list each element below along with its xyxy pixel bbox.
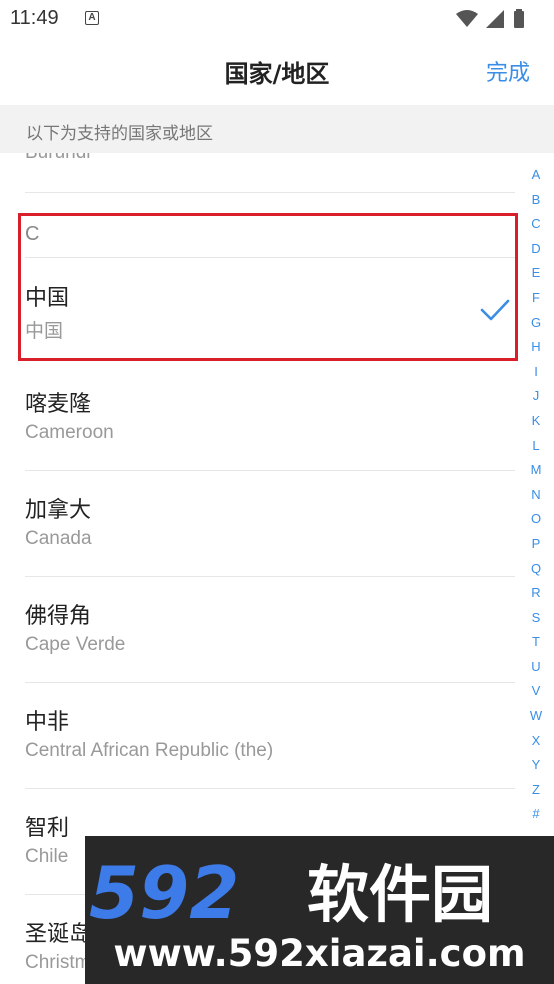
watermark-number: 592 — [89, 858, 239, 928]
alphabet-index-letter[interactable]: F — [524, 286, 548, 311]
country-name-zh: 中国 — [25, 286, 70, 311]
country-name-zh: 圣诞岛 — [25, 922, 92, 947]
status-icons — [454, 8, 542, 30]
divider — [25, 192, 515, 193]
alphabet-index-letter[interactable]: S — [524, 606, 548, 631]
alphabet-index-letter[interactable]: C — [524, 212, 548, 237]
list-caption: 以下为支持的国家或地区 — [0, 105, 554, 153]
battery-icon — [514, 11, 524, 28]
alphabet-index-letter[interactable]: M — [524, 458, 548, 483]
status-bar: 11:49 A — [0, 0, 554, 38]
alphabet-index-letter[interactable]: V — [524, 679, 548, 704]
alphabet-index-letter[interactable]: G — [524, 311, 548, 336]
done-button[interactable]: 完成 — [486, 55, 530, 87]
country-name-en: Central African Republic (the) — [25, 740, 274, 761]
list-item-partial[interactable]: Burundi — [0, 153, 554, 192]
alphabet-index-letter[interactable]: H — [524, 335, 548, 360]
page-title: 国家/地区 — [224, 60, 330, 88]
watermark-logo: 592 软件园 — [89, 858, 493, 928]
alphabet-index-letter[interactable]: O — [524, 507, 548, 532]
list-item[interactable]: 佛得角 Cape Verde — [0, 576, 520, 682]
country-name-zh: 佛得角 — [25, 604, 92, 629]
alphabet-index-letter[interactable]: P — [524, 532, 548, 557]
status-time: 11:49 — [10, 7, 59, 29]
alphabet-index-letter[interactable]: # — [524, 802, 548, 827]
country-name-en: Cameroon — [25, 422, 114, 443]
wifi-icon — [456, 10, 478, 27]
country-name-zh: 中非 — [25, 710, 70, 735]
list-item[interactable]: 中非 Central African Republic (the) — [0, 682, 520, 788]
country-name-zh: 加拿大 — [25, 498, 92, 523]
alphabet-index-letter[interactable]: A — [524, 163, 548, 188]
cellular-signal-icon — [486, 10, 504, 28]
alphabet-index-letter[interactable]: E — [524, 261, 548, 286]
country-name-en: Canada — [25, 528, 92, 549]
country-name-zh: 喀麦隆 — [25, 392, 92, 417]
list-caption-text: 以下为支持的国家或地区 — [26, 124, 213, 144]
alphabet-index-letter[interactable]: W — [524, 704, 548, 729]
alphabet-index[interactable]: A B C D E F G H I J K L M N O P Q R S T U V W X Y Z # — [524, 163, 548, 827]
country-name-en: Cape Verde — [25, 634, 126, 655]
list-item[interactable]: 加拿大 Canada — [0, 470, 520, 576]
alphabet-index-letter[interactable]: L — [524, 434, 548, 459]
alphabet-index-letter[interactable]: N — [524, 483, 548, 508]
watermark: 592 软件园 www.592xiazai.com — [85, 836, 554, 984]
alphabet-index-letter[interactable]: R — [524, 581, 548, 606]
list-item-china[interactable]: 中国 中国 — [0, 258, 520, 364]
alphabet-index-letter[interactable]: T — [524, 630, 548, 655]
alphabet-index-letter[interactable]: D — [524, 237, 548, 262]
alphabet-index-letter[interactable]: Q — [524, 557, 548, 582]
watermark-url: www.592xiazai.com — [113, 932, 526, 975]
navigation-header: 国家/地区 完成 — [0, 38, 554, 104]
alphabet-index-letter[interactable]: I — [524, 360, 548, 385]
checkmark-icon — [480, 298, 510, 326]
alphabet-index-letter[interactable]: Z — [524, 778, 548, 803]
country-name-zh: 智利 — [25, 816, 70, 841]
country-name-en: Burundi — [25, 153, 91, 164]
alphabet-index-letter[interactable]: K — [524, 409, 548, 434]
watermark-brand: 软件园 — [307, 858, 493, 928]
alphabet-index-letter[interactable]: J — [524, 384, 548, 409]
notification-icon: A — [85, 11, 99, 25]
alphabet-index-letter[interactable]: B — [524, 188, 548, 213]
country-name-en: 中国 — [25, 321, 64, 342]
list-item[interactable]: 喀麦隆 Cameroon — [0, 364, 520, 470]
alphabet-index-letter[interactable]: X — [524, 729, 548, 754]
alphabet-index-letter[interactable]: U — [524, 655, 548, 680]
section-header-c: C — [25, 223, 40, 245]
alphabet-index-letter[interactable]: Y — [524, 753, 548, 778]
country-name-en: Chile — [25, 846, 69, 867]
